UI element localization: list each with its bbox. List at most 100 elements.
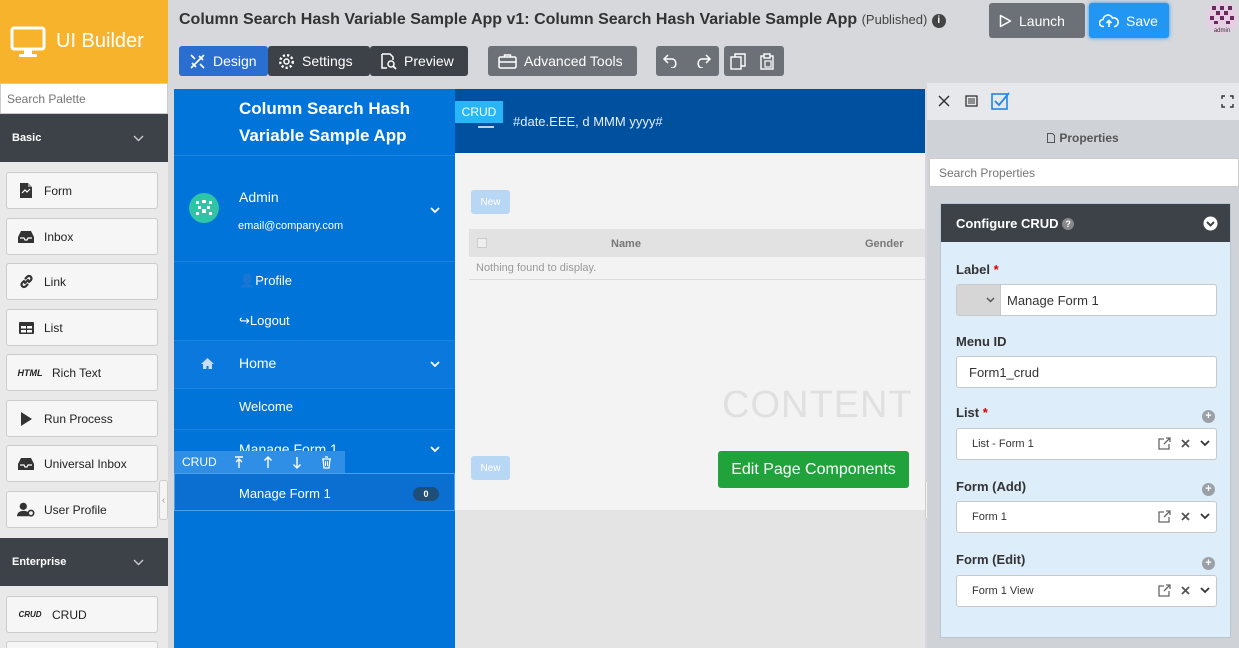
add-form-icon[interactable]: + — [1202, 557, 1215, 570]
count-badge: 0 — [413, 487, 439, 501]
palette-item-link[interactable]: Link — [6, 263, 158, 300]
properties-toolbar — [927, 83, 1239, 120]
section-label: Basic — [12, 132, 42, 144]
clear-icon[interactable] — [1181, 439, 1190, 448]
table-divider — [469, 279, 925, 280]
advanced-tools-button[interactable]: Advanced Tools — [488, 46, 637, 76]
properties-title: Properties — [927, 124, 1239, 151]
logout-icon: ↪ — [239, 313, 250, 328]
palette-item-list[interactable]: List — [6, 309, 158, 346]
add-list-icon[interactable]: + — [1202, 410, 1215, 423]
clear-icon[interactable] — [1181, 586, 1190, 595]
menu-id-input[interactable]: Form1_crud — [956, 356, 1217, 388]
palette-section-enterprise[interactable]: Enterprise — [0, 538, 168, 586]
app-title: Column Search Hash Variable Sample App v… — [179, 11, 946, 29]
copy-icon[interactable] — [730, 52, 747, 70]
canvas-app-name: Column Search Hash Variable Sample App — [239, 99, 410, 145]
tab-preview[interactable]: Preview — [370, 46, 468, 76]
menu-item-welcome[interactable]: Welcome — [239, 399, 293, 414]
label-field-label: Label * — [956, 262, 999, 277]
close-icon[interactable] — [938, 95, 950, 107]
chevron-down-icon[interactable] — [1200, 440, 1210, 447]
profile-link[interactable]: 👤Profile — [239, 273, 292, 289]
trash-icon[interactable] — [312, 455, 341, 469]
logout-link[interactable]: ↪Logout — [239, 313, 290, 329]
column-gender[interactable]: Gender — [865, 238, 904, 250]
canvas-sidebar: Column Search Hash Variable Sample App A… — [174, 89, 455, 648]
palette-search-input[interactable] — [0, 83, 168, 114]
move-down-icon[interactable] — [283, 456, 312, 469]
icon-picker-dropdown[interactable] — [957, 285, 1001, 315]
external-link-icon[interactable] — [1158, 584, 1171, 597]
tab-label: Preview — [404, 53, 454, 69]
configure-crud-header[interactable]: Configure CRUD ? — [941, 204, 1230, 242]
date-hash-variable: #date.EEE, d MMM yyyy# — [513, 114, 663, 129]
form-add-select[interactable]: Form 1 — [956, 501, 1217, 533]
properties-search-input[interactable] — [929, 158, 1239, 187]
palette-item-label: Run Process — [44, 411, 113, 426]
menu-id-field-label: Menu ID — [956, 334, 1007, 349]
move-top-icon[interactable] — [225, 455, 254, 469]
undo-icon[interactable] — [662, 54, 680, 68]
palette-item-form[interactable]: Form — [6, 172, 158, 209]
expand-icon[interactable] — [1221, 95, 1234, 108]
menu-item-manage-form[interactable]: Manage Form 1 0 — [174, 473, 455, 511]
list-select[interactable]: List - Form 1 — [956, 428, 1217, 460]
chevron-down-icon — [430, 361, 440, 368]
checklist-icon[interactable] — [991, 92, 1011, 110]
palette-item-label: Link — [44, 274, 67, 289]
menu-category-home[interactable]: Home — [174, 341, 455, 388]
crud-element-tag[interactable]: CRUD — [455, 101, 503, 123]
palette-item-crud[interactable]: CRUD CRUD — [6, 596, 158, 633]
html-icon: HTML — [17, 367, 43, 378]
palette-item-user-profile[interactable]: User Profile — [6, 491, 158, 528]
tab-label: Design — [213, 53, 257, 69]
canvas-content-footer — [455, 510, 925, 648]
form-edit-field-label: Form (Edit) — [956, 552, 1026, 567]
user-block[interactable]: Admin email@company.com — [174, 155, 455, 261]
palette-item-universal-inbox[interactable]: Universal Inbox — [6, 445, 158, 482]
chevron-down-icon[interactable] — [430, 207, 440, 214]
clear-icon[interactable] — [1181, 512, 1190, 521]
home-label: Home — [239, 355, 277, 371]
redo-icon[interactable] — [694, 54, 712, 68]
palette-section-basic[interactable]: Basic — [0, 114, 168, 162]
edit-page-components-button[interactable]: Edit Page Components — [718, 451, 909, 488]
document-icon — [1047, 132, 1056, 143]
profile-label: Profile — [255, 273, 293, 288]
palette-item-label: Form — [44, 183, 72, 198]
help-icon[interactable]: ? — [1062, 217, 1075, 230]
tab-design[interactable]: Design — [179, 46, 268, 76]
move-up-icon[interactable] — [254, 455, 283, 469]
launch-button[interactable]: Launch — [989, 3, 1085, 38]
palette-item-inbox[interactable]: Inbox — [6, 218, 158, 255]
form-edit-select[interactable]: Form 1 View — [956, 575, 1217, 607]
label-input[interactable]: Manage Form 1 — [1001, 293, 1099, 308]
chevron-down-icon[interactable] — [1200, 513, 1210, 520]
new-button-bottom[interactable]: New — [471, 456, 510, 480]
chevron-down-icon — [133, 135, 144, 141]
palette-item-rich-text[interactable]: HTML Rich Text — [6, 354, 158, 391]
user-email: email@company.com — [238, 220, 344, 232]
palette-collapse-handle[interactable]: ‹ — [159, 480, 168, 520]
info-icon[interactable]: i — [931, 14, 946, 28]
configure-crud-title: Configure CRUD ? — [956, 216, 1075, 231]
add-form-icon[interactable]: + — [1202, 483, 1215, 496]
select-all-checkbox[interactable] — [477, 238, 487, 248]
tab-settings[interactable]: Settings — [268, 46, 370, 76]
paste-icon[interactable] — [759, 52, 776, 70]
form-add-value: Form 1 — [972, 511, 1007, 523]
table-empty-message: Nothing found to display. — [476, 262, 597, 274]
save-button[interactable]: Save — [1089, 3, 1169, 38]
list-select-value: List - Form 1 — [972, 438, 1034, 450]
chevron-down-icon[interactable] — [1200, 587, 1210, 594]
avatar[interactable]: admin — [1206, 2, 1238, 34]
new-button-top[interactable]: New — [471, 190, 510, 214]
palette-item-label: Inbox — [44, 229, 74, 244]
inbox-icon — [17, 228, 35, 246]
external-link-icon[interactable] — [1158, 437, 1171, 450]
column-name[interactable]: Name — [611, 238, 641, 250]
panel-layout-icon[interactable] — [965, 95, 978, 107]
external-link-icon[interactable] — [1158, 510, 1171, 523]
palette-item-run-process[interactable]: Run Process — [6, 400, 158, 437]
